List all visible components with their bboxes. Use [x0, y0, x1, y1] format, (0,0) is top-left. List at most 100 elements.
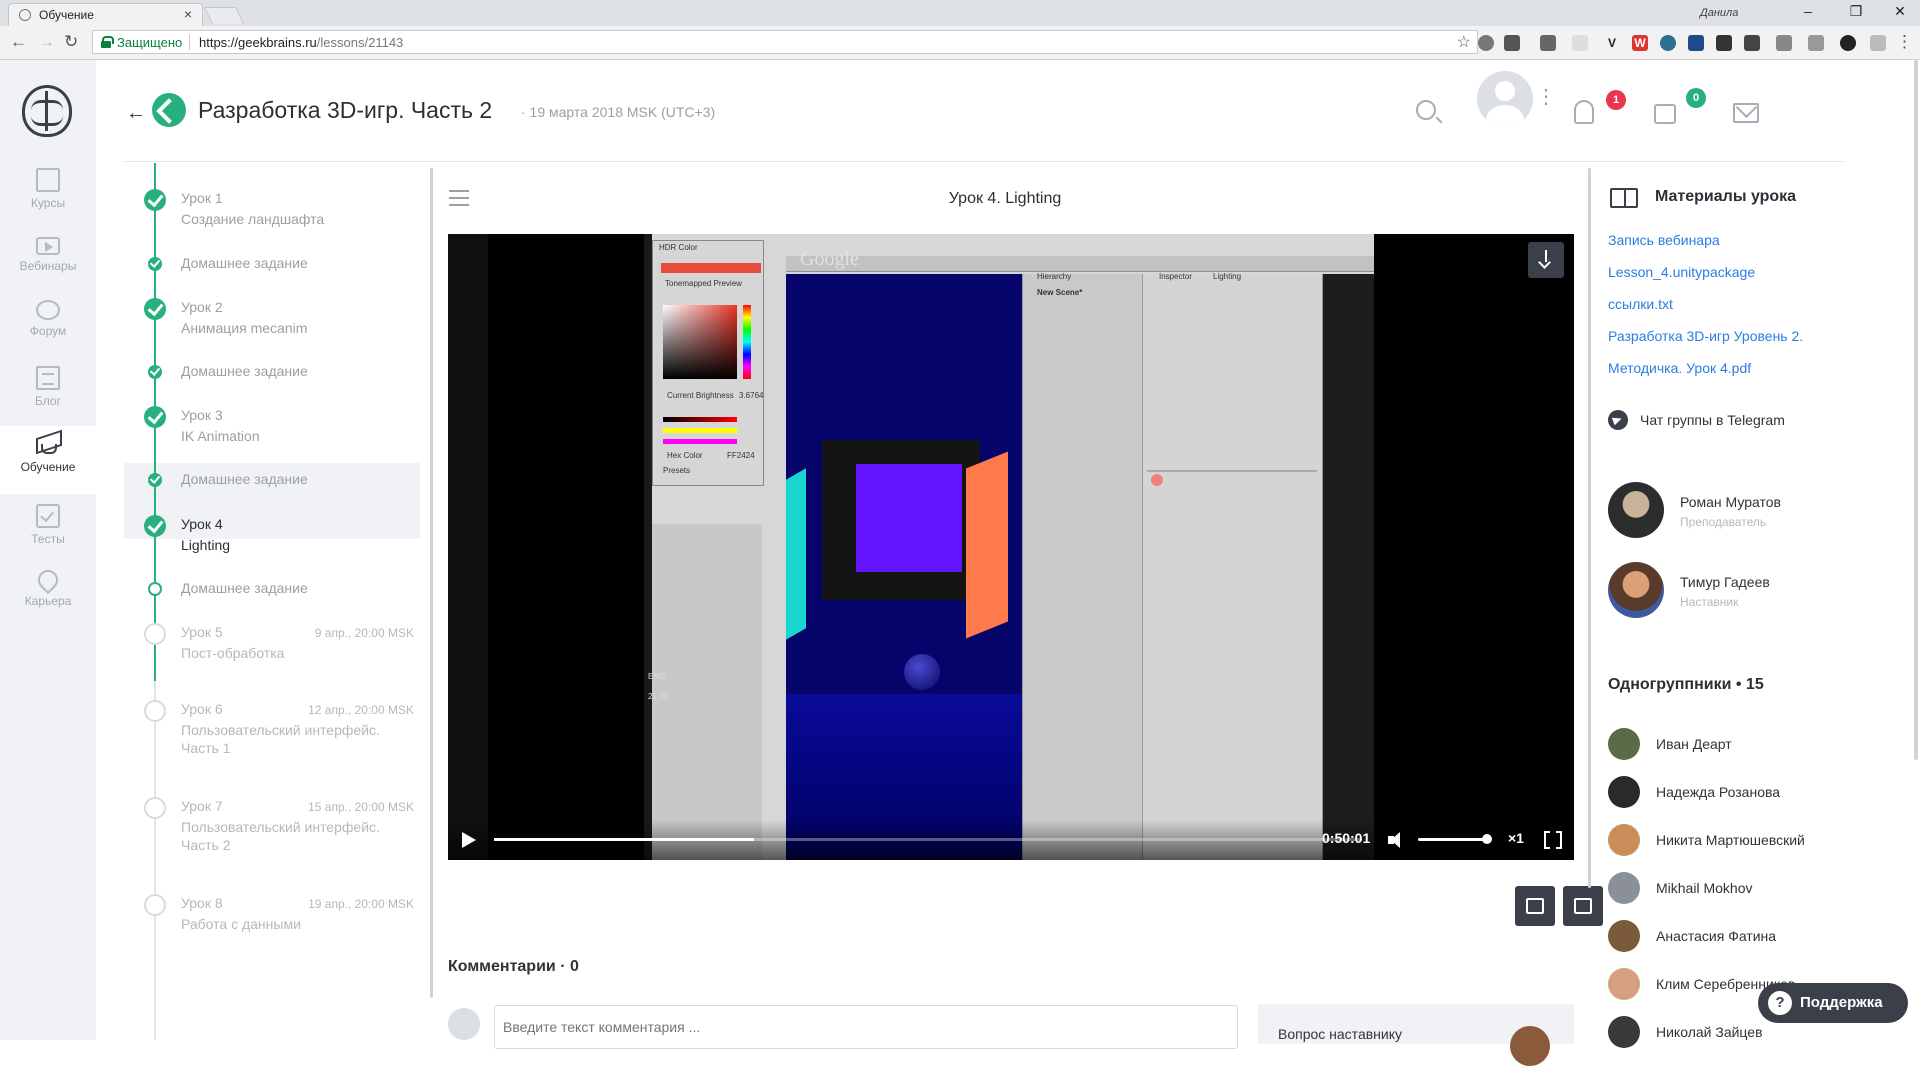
nav-courses[interactable]: Курсы — [0, 168, 96, 230]
extension-icon[interactable] — [1660, 35, 1676, 51]
lesson-item[interactable]: Урок 2 Анимация mecanim — [124, 298, 420, 348]
homework-item[interactable]: Домашнее задание — [124, 253, 420, 277]
material-link[interactable]: Lesson_4.unitypackage — [1608, 264, 1755, 280]
classmate-item[interactable]: Иван Деарт — [1608, 728, 1908, 760]
extension-icon[interactable] — [1478, 35, 1494, 51]
browser-menu-icon[interactable]: ⋮ — [1896, 32, 1913, 52]
book-icon — [36, 168, 60, 192]
lesson-item[interactable]: Урок 1 Создание ландшафта — [124, 189, 420, 239]
mentor-question-box[interactable]: Вопрос наставнику — [1258, 1004, 1574, 1066]
thumbs-up-icon[interactable] — [1654, 104, 1676, 124]
bell-icon[interactable] — [1574, 100, 1594, 124]
staff-role: Наставник — [1680, 595, 1739, 609]
material-link[interactable]: Разработка 3D-игр Уровень 2. — [1608, 328, 1803, 344]
taskbar-lang: ENG — [648, 672, 666, 681]
extension-icon[interactable] — [1540, 35, 1556, 51]
browser-user-label[interactable]: Данила — [1700, 7, 1738, 19]
lesson-item[interactable]: Урок 5 9 апр., 20:00 MSK Пост-обработка — [124, 623, 420, 673]
homework-item[interactable]: Домашнее задание — [124, 361, 420, 385]
extension-v-icon[interactable]: V — [1604, 35, 1620, 51]
lesson-title: Домашнее задание — [181, 363, 308, 379]
more-options-icon[interactable]: ⋮ — [1536, 84, 1556, 109]
nav-career[interactable]: Карьера — [0, 565, 96, 632]
video-icon — [36, 237, 60, 255]
material-link[interactable]: Запись вебинара — [1608, 232, 1720, 248]
question-icon: ? — [1768, 991, 1792, 1015]
download-button[interactable] — [1528, 242, 1564, 278]
extension-icon[interactable] — [1744, 35, 1760, 51]
url-field[interactable]: Защищено https://geekbrains.ru/lessons/2… — [92, 30, 1478, 54]
content-scrollbar[interactable] — [1588, 168, 1591, 888]
fullscreen-icon[interactable] — [1544, 830, 1562, 850]
materials-title: Материалы урока — [1655, 188, 1797, 205]
bookmark-star-icon[interactable]: ☆ — [1457, 32, 1471, 52]
reload-icon[interactable]: ↻ — [64, 32, 78, 52]
volume-slider[interactable] — [1418, 838, 1486, 841]
classmate-item[interactable]: Надежда Розанова — [1608, 776, 1908, 808]
classmate-item[interactable]: Анастасия Фатина — [1608, 920, 1908, 952]
lesson-subtitle: Анимация mecanim — [181, 320, 308, 336]
video-frame: Hierarchy New Scene* Inspector Lighting … — [644, 234, 1374, 860]
classmate-item[interactable]: Никита Мартюшевский — [1608, 824, 1908, 856]
material-link[interactable]: Методичка. Урок 4.pdf — [1608, 360, 1751, 376]
play-icon[interactable] — [462, 832, 476, 848]
nav-blog[interactable]: Блог — [0, 366, 96, 428]
maximize-icon[interactable]: ❐ — [1836, 3, 1876, 20]
dislike-button[interactable] — [1563, 886, 1603, 926]
extension-icon[interactable] — [1572, 35, 1588, 51]
extension-icon[interactable] — [1504, 35, 1520, 51]
back-arrow-icon[interactable]: ← — [126, 102, 146, 125]
classmate-name: Надежда Розанова — [1656, 784, 1781, 800]
minimize-icon[interactable]: – — [1788, 3, 1828, 19]
video-time: 0:50:01 — [1322, 830, 1371, 846]
user-avatar[interactable] — [1477, 71, 1533, 127]
extension-icon[interactable] — [1870, 35, 1886, 51]
bug-extension-icon[interactable] — [1840, 35, 1856, 51]
close-tab-icon[interactable]: × — [184, 6, 192, 22]
lesson-item[interactable]: Урок 8 19 апр., 20:00 MSK Работа с данны… — [124, 894, 420, 944]
brain-logo-icon[interactable] — [22, 85, 72, 137]
extension-icon[interactable] — [1688, 35, 1704, 51]
new-tab-button[interactable] — [204, 7, 244, 24]
playback-speed[interactable]: ×1 — [1508, 830, 1524, 846]
telegram-icon[interactable] — [1608, 410, 1628, 430]
nav-webinars[interactable]: Вебинары — [0, 234, 96, 296]
check-icon — [144, 406, 166, 428]
staff-item[interactable]: Тимур Гадеев Наставник — [1608, 562, 1908, 620]
video-progress-bar[interactable] — [494, 838, 1362, 841]
volume-icon[interactable] — [1388, 832, 1406, 848]
classmate-item[interactable]: Mikhail Mokhov — [1608, 872, 1908, 904]
homework-item[interactable]: Домашнее задание — [124, 469, 420, 493]
back-icon[interactable]: ← — [10, 32, 27, 52]
search-icon[interactable] — [1416, 100, 1436, 120]
like-button[interactable] — [1515, 886, 1555, 926]
avatar — [1608, 728, 1640, 760]
support-button[interactable]: ? Поддержка — [1758, 983, 1908, 1023]
extension-w-icon[interactable]: W — [1632, 35, 1648, 51]
volume-knob[interactable] — [1482, 834, 1492, 844]
page-scrollbar[interactable] — [1914, 60, 1918, 760]
mail-icon[interactable] — [1733, 103, 1759, 123]
browser-tab[interactable]: Обучение × — [8, 3, 203, 26]
nav-tests[interactable]: Тесты — [0, 504, 96, 566]
extension-icon[interactable] — [1808, 35, 1824, 51]
lesson-item-active[interactable]: Урок 4 Lighting — [124, 515, 420, 565]
lesson-item[interactable]: Урок 7 15 апр., 20:00 MSK Пользовательск… — [124, 797, 420, 867]
lesson-title: Урок 5 — [181, 624, 223, 640]
lesson-item[interactable]: Урок 3 IK Animation — [124, 406, 420, 456]
lessons-scrollbar[interactable] — [430, 168, 433, 998]
material-link[interactable]: ссылки.txt — [1608, 296, 1673, 312]
nav-forum[interactable]: Форум — [0, 300, 96, 362]
video-player[interactable]: Hierarchy New Scene* Inspector Lighting … — [448, 234, 1574, 860]
nav-learning[interactable]: Обучение — [0, 426, 96, 494]
extension-icon[interactable] — [1776, 35, 1792, 51]
extension-icon[interactable] — [1716, 35, 1732, 51]
close-window-icon[interactable]: ✕ — [1880, 3, 1920, 20]
homework-item[interactable]: Домашнее задание — [124, 578, 420, 602]
comment-input[interactable] — [494, 1005, 1238, 1049]
telegram-link[interactable]: Чат группы в Telegram — [1640, 412, 1785, 428]
lesson-item[interactable]: Урок 6 12 апр., 20:00 MSK Пользовательск… — [124, 700, 420, 770]
forward-icon[interactable]: → — [38, 32, 55, 52]
staff-item[interactable]: Роман Муратов Преподаватель — [1608, 482, 1908, 540]
classmate-name: Mikhail Mokhov — [1656, 880, 1753, 896]
